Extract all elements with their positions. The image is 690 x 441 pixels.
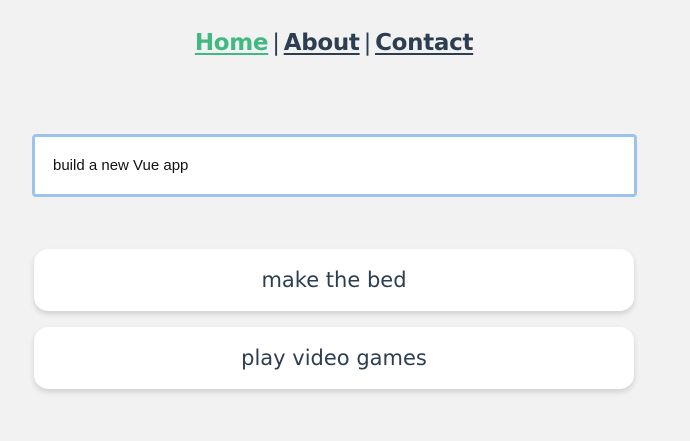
todo-item[interactable]: play video games [34, 327, 634, 389]
new-todo-input[interactable] [32, 134, 637, 197]
todo-list: make the bed play video games [34, 249, 634, 405]
nav-separator: | [363, 30, 372, 56]
main-nav: Home | About | Contact [0, 30, 668, 56]
nav-link-home[interactable]: Home [195, 30, 269, 56]
nav-link-contact[interactable]: Contact [375, 30, 473, 56]
nav-separator: | [272, 30, 280, 56]
todo-item[interactable]: make the bed [34, 249, 634, 311]
nav-link-about[interactable]: About [284, 30, 360, 56]
